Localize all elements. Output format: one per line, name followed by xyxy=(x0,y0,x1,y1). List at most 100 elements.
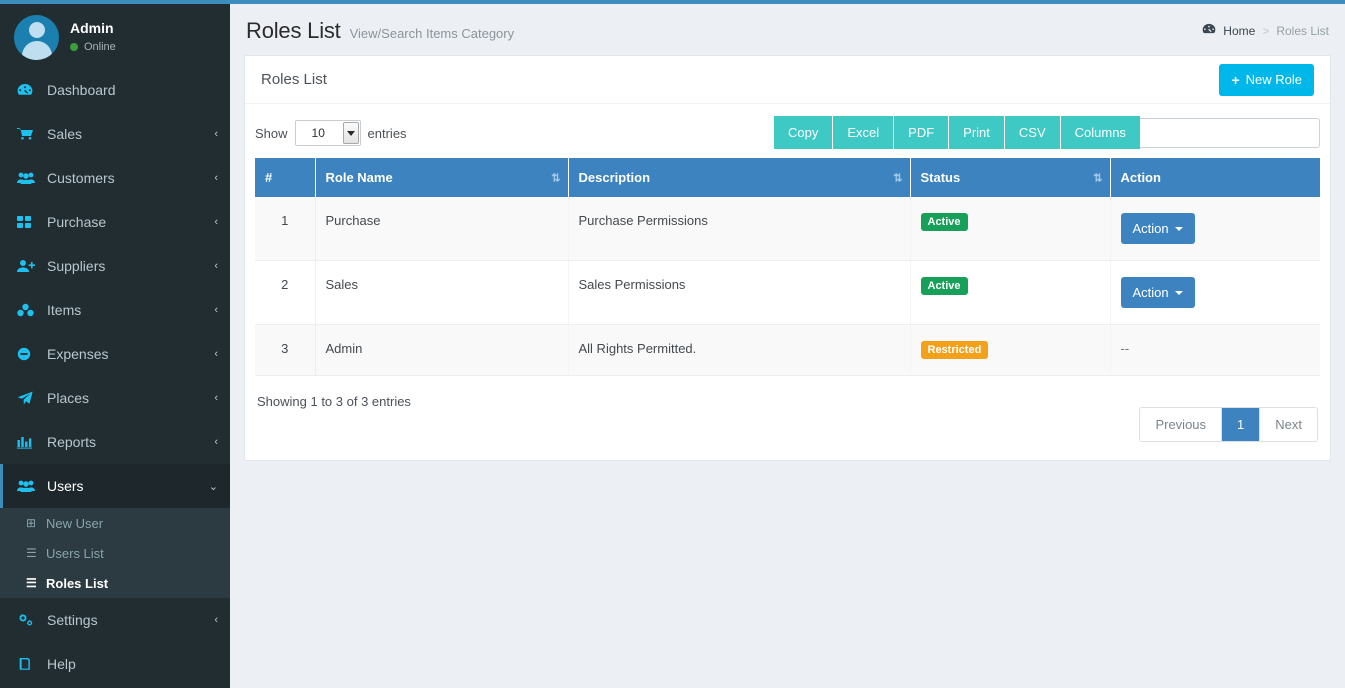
chevron-right-icon: ‹ xyxy=(214,216,218,228)
table-head: # Role Name ⇅ Description ⇅ Status ⇅ Act… xyxy=(255,158,1320,197)
page-length-control: Show 10 entries xyxy=(255,120,407,146)
sidebar-item-items[interactable]: Items ‹ xyxy=(0,288,230,332)
cell-index: 2 xyxy=(255,260,316,325)
sidebar-subitem-label: Roles List xyxy=(46,575,109,591)
grid-icon xyxy=(17,215,39,229)
column-header-status[interactable]: Status ⇅ xyxy=(910,158,1111,197)
caret-down-icon xyxy=(1174,290,1183,295)
cubes-icon xyxy=(17,303,39,317)
sidebar-item-purchase[interactable]: Purchase ‹ xyxy=(0,200,230,244)
panel-body: Show 10 entries Copy Excel PDF Print CSV… xyxy=(245,104,1330,460)
sidebar-item-label: Reports xyxy=(47,434,97,450)
table-toolbar: Show 10 entries Copy Excel PDF Print CSV… xyxy=(255,114,1320,158)
sidebar-item-roles-list[interactable]: ☰ Roles List xyxy=(0,568,230,598)
sidebar-item-customers[interactable]: Customers ‹ xyxy=(0,156,230,200)
sort-icon: ⇅ xyxy=(1093,172,1102,184)
chevron-right-icon: ‹ xyxy=(214,348,218,360)
cell-status: Active xyxy=(910,197,1111,261)
sidebar-item-label: Items xyxy=(47,302,82,318)
sidebar-subitem-label: Users List xyxy=(46,545,104,561)
cell-status: Active xyxy=(910,260,1111,325)
print-button[interactable]: Print xyxy=(949,116,1005,149)
user-panel: Admin Online xyxy=(0,4,230,68)
column-label: Status xyxy=(920,170,961,185)
columns-button[interactable]: Columns xyxy=(1060,116,1140,149)
new-role-button[interactable]: + New Role xyxy=(1219,63,1314,96)
dashboard-icon xyxy=(1202,23,1216,38)
sidebar-item-users[interactable]: Users ⌄ xyxy=(0,464,230,508)
sidebar: Admin Online Dashboard Sales ‹ Customers… xyxy=(0,4,230,688)
sidebar-item-dashboard[interactable]: Dashboard xyxy=(0,68,230,112)
chevron-down-icon[interactable] xyxy=(342,122,359,144)
action-dropdown-button[interactable]: Action xyxy=(1120,213,1195,244)
cell-role-name: Sales xyxy=(315,260,569,325)
sort-icon: ⇅ xyxy=(551,172,560,184)
table-header-row: # Role Name ⇅ Description ⇅ Status ⇅ Act… xyxy=(255,158,1320,197)
sidebar-item-new-user[interactable]: ⊞ New User xyxy=(0,508,230,538)
export-buttons: Copy Excel PDF Print CSV Columns xyxy=(774,116,1140,149)
column-label: Description xyxy=(578,170,651,185)
sidebar-item-places[interactable]: Places ‹ xyxy=(0,376,230,420)
copy-button[interactable]: Copy xyxy=(774,116,834,149)
user-status-label: Online xyxy=(84,41,116,54)
book-icon xyxy=(17,657,39,671)
no-action-placeholder: -- xyxy=(1120,341,1130,356)
action-label: Action xyxy=(1132,285,1169,300)
status-badge: Restricted xyxy=(920,341,989,359)
chevron-right-icon: ‹ xyxy=(214,172,218,184)
page-title: Roles List xyxy=(246,18,341,43)
pagination-next[interactable]: Next xyxy=(1260,408,1317,441)
csv-button[interactable]: CSV xyxy=(1004,116,1061,149)
roles-table: # Role Name ⇅ Description ⇅ Status ⇅ Act… xyxy=(255,158,1320,376)
breadcrumb-separator: > xyxy=(1262,23,1270,38)
chevron-right-icon: ‹ xyxy=(214,392,218,404)
sidebar-nav: Dashboard Sales ‹ Customers ‹ Purchase ‹ xyxy=(0,68,230,686)
sidebar-item-label: Settings xyxy=(47,612,98,628)
list-icon: ☰ xyxy=(26,576,37,590)
cell-status: Restricted xyxy=(910,324,1111,376)
pagination-previous[interactable]: Previous xyxy=(1140,408,1223,441)
sidebar-item-label: Purchase xyxy=(47,214,107,230)
action-label: Action xyxy=(1132,221,1169,236)
bar-chart-icon xyxy=(17,435,39,449)
sidebar-item-help[interactable]: Help xyxy=(0,642,230,686)
search-input[interactable] xyxy=(1125,118,1320,148)
excel-button[interactable]: Excel xyxy=(833,116,895,149)
sidebar-item-label: Help xyxy=(47,656,76,672)
chevron-down-icon: ⌄ xyxy=(208,480,218,493)
column-header-role-name[interactable]: Role Name ⇅ xyxy=(315,158,569,197)
cell-role-name: Purchase xyxy=(315,197,569,261)
sidebar-item-users-list[interactable]: ☰ Users List xyxy=(0,538,230,568)
cell-action: Action xyxy=(1110,197,1320,261)
user-plus-icon xyxy=(17,259,39,273)
breadcrumb-current: Roles List xyxy=(1276,23,1329,38)
sidebar-item-label: Sales xyxy=(47,126,83,142)
action-dropdown-button[interactable]: Action xyxy=(1120,277,1195,308)
chevron-right-icon: ‹ xyxy=(214,614,218,626)
breadcrumb-home[interactable]: Home xyxy=(1223,24,1255,38)
gears-icon xyxy=(17,613,39,627)
table-row: 2 Sales Sales Permissions Active Action xyxy=(255,260,1320,325)
list-icon: ☰ xyxy=(26,546,37,560)
sidebar-item-suppliers[interactable]: Suppliers ‹ xyxy=(0,244,230,288)
chevron-right-icon: ‹ xyxy=(214,436,218,448)
avatar xyxy=(14,14,59,60)
pdf-button[interactable]: PDF xyxy=(894,116,950,149)
sidebar-item-label: Suppliers xyxy=(47,258,106,274)
column-header-index: # xyxy=(255,158,316,197)
table-row: 3 Admin All Rights Permitted. Restricted… xyxy=(255,324,1320,376)
table-row: 1 Purchase Purchase Permissions Active A… xyxy=(255,197,1320,261)
page-length-select[interactable]: 10 xyxy=(294,120,361,146)
sidebar-item-reports[interactable]: Reports ‹ xyxy=(0,420,230,464)
entries-info: Showing 1 to 3 of 3 entries xyxy=(257,394,411,409)
pagination-page-1[interactable]: 1 xyxy=(1222,408,1261,441)
sidebar-item-expenses[interactable]: Expenses ‹ xyxy=(0,332,230,376)
sidebar-item-label: Expenses xyxy=(47,346,109,362)
sidebar-item-settings[interactable]: Settings ‹ xyxy=(0,598,230,642)
cart-icon xyxy=(17,127,39,141)
sidebar-subitem-label: New User xyxy=(46,515,104,531)
cell-role-name: Admin xyxy=(315,324,569,376)
column-header-description[interactable]: Description ⇅ xyxy=(568,158,911,197)
cell-index: 1 xyxy=(255,197,316,261)
sidebar-item-sales[interactable]: Sales ‹ xyxy=(0,112,230,156)
